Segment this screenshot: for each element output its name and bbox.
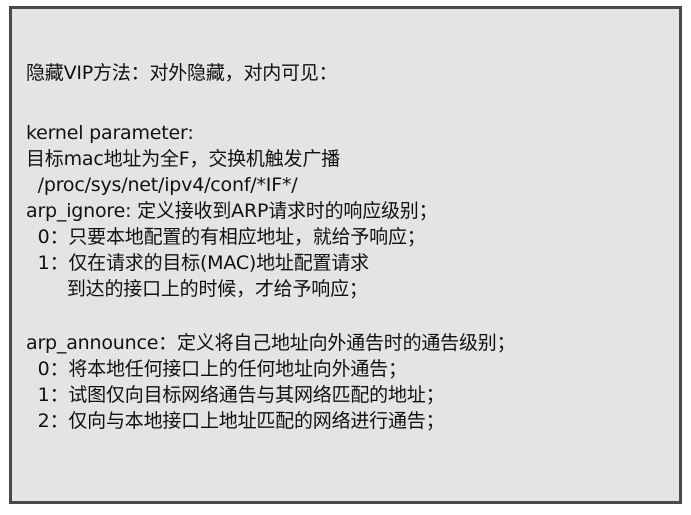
note-line-arp-announce-2: 2：仅向与本地接口上地址匹配的网络进行通告；: [26, 410, 445, 432]
note-heading: 隐藏VIP方法：对外隐藏，对内可见：: [26, 62, 338, 84]
note-line-arp-ignore: arp_ignore: 定义接收到ARP请求时的响应级别；: [26, 200, 438, 222]
note-line-arp-announce-1: 1：试图仅向目标网络通告与其网络匹配的地址；: [26, 384, 445, 406]
note-line-arp-ignore-0: 0：只要本地配置的有相应地址，就给予响应；: [26, 226, 426, 248]
note-line-arp-announce: arp_announce：定义将自己地址向外通告时的通告级别；: [26, 332, 516, 354]
note-line-kernel-parameter: kernel parameter:: [26, 122, 194, 144]
note-line-broadcast: 目标mac地址为全F，交换机触发广播: [26, 148, 340, 170]
note-line-arp-ignore-1: 1：仅在请求的目标(MAC)地址配置请求: [26, 252, 369, 274]
note-line-arp-ignore-1-cont: 到达的接口上的时候，才给予响应；: [26, 278, 368, 300]
note-line-arp-announce-0: 0：将本地任何接口上的任何地址向外通告；: [26, 358, 407, 380]
note-box: 隐藏VIP方法：对外隐藏，对内可见： kernel parameter: 目标m…: [9, 6, 682, 504]
note-line-conf-path: /proc/sys/net/ipv4/conf/*IF*/: [26, 174, 298, 196]
